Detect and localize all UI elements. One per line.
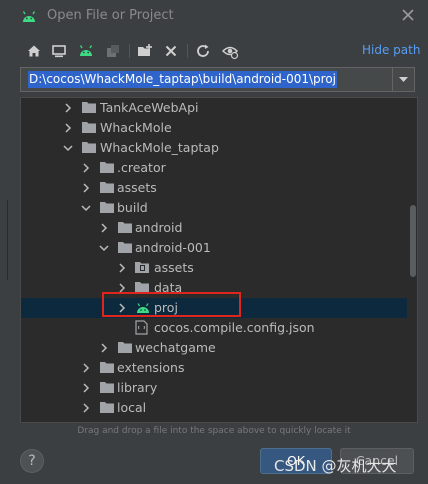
chevron-right-icon[interactable] [81,183,91,193]
folder-icon [100,362,114,373]
chevron-right-icon[interactable] [81,383,91,393]
path-dropdown-button[interactable] [392,68,414,91]
background-window-edge [0,200,8,280]
path-combobox[interactable]: D:\cocos\WhackMole_taptap\build\android-… [20,67,415,92]
tree-row-android[interactable]: android [21,218,407,238]
tree-row-extensions[interactable]: extensions [21,358,407,378]
help-button[interactable]: ? [20,449,44,473]
tree-row-label: local [117,400,147,415]
folder-icon [100,182,114,193]
delete-icon[interactable] [162,42,180,60]
tree-row-label: android [135,220,183,235]
android-project-icon[interactable] [77,42,95,60]
folder-icon [118,242,132,253]
title-bar: Open File or Project [0,0,428,32]
chevron-right-icon[interactable] [117,263,127,273]
folder-icon [100,202,114,213]
tree-row-cocos-compile-config[interactable]: cocos.compile.config.json [21,318,407,338]
chevron-down-icon [399,77,408,82]
tree-row-creator[interactable]: .creator [21,158,407,178]
chevron-down-icon[interactable] [81,203,91,213]
folder-icon [82,142,96,153]
toolbar-separator [187,44,188,58]
annotation-highlight-box [102,292,241,317]
chevron-right-icon[interactable] [99,343,109,353]
resource-folder-icon [135,262,149,273]
chevron-right-icon[interactable] [81,403,91,413]
path-input-value[interactable]: D:\cocos\WhackMole_taptap\build\android-… [28,71,338,88]
tree-row-label: android-001 [135,240,211,255]
tree-row-build[interactable]: build [21,198,407,218]
module-icon [107,45,119,57]
tree-row-assets[interactable]: assets [21,178,407,198]
folder-icon [82,122,96,133]
chevron-down-icon[interactable] [63,143,73,153]
tree-row-wechatgame[interactable]: wechatgame [21,338,407,358]
file-chooser-toolbar: Hide path [0,38,428,64]
file-tree[interactable]: TankAceWebApi WhackMole WhackMole_taptap… [20,97,418,423]
desktop-icon[interactable] [50,42,68,60]
tree-row-label: assets [154,260,194,275]
tree-row-label: .creator [117,160,166,175]
chevron-right-icon[interactable] [99,223,109,233]
tree-row-label: WhackMole [100,120,172,135]
close-icon[interactable] [399,6,417,24]
tree-row-label: assets [117,180,157,195]
tree-row-whackmole-taptap[interactable]: WhackMole_taptap [21,138,407,158]
tree-row-label: cocos.compile.config.json [154,320,315,335]
tree-row-tankacewebapi[interactable]: TankAceWebApi [21,98,407,118]
hide-path-link[interactable]: Hide path [362,43,420,57]
chevron-right-icon[interactable] [81,163,91,173]
folder-icon [82,102,96,113]
tree-scrollbar[interactable] [408,98,417,422]
tree-row-assets-sub[interactable]: assets [21,258,407,278]
tree-row-label: WhackMole_taptap [100,140,219,155]
chevron-right-icon[interactable] [63,123,73,133]
tree-row-local[interactable]: local [21,398,407,418]
csdn-watermark: CSDN @灰机大大 [274,457,397,475]
window-title: Open File or Project [47,8,174,23]
json-file-icon [135,320,148,335]
chevron-right-icon[interactable] [81,363,91,373]
android-studio-icon [22,11,36,22]
folder-icon [118,342,132,353]
folder-icon [118,222,132,233]
chevron-right-icon[interactable] [63,103,73,113]
home-icon[interactable] [25,42,43,60]
tree-row-label: library [117,380,158,395]
tree-row-label: build [117,200,148,215]
toolbar-separator [129,44,130,58]
drag-drop-hint: Drag and drop a file into the space abov… [77,426,351,436]
tree-row-library[interactable]: library [21,378,407,398]
folder-icon [100,162,114,173]
tree-row-whackmole[interactable]: WhackMole [21,118,407,138]
tree-row-android-001[interactable]: android-001 [21,238,407,258]
chevron-down-icon[interactable] [99,243,109,253]
tree-row-label: wechatgame [135,340,216,355]
show-hidden-icon[interactable] [221,42,239,60]
tree-row-label: TankAceWebApi [100,100,199,115]
refresh-icon[interactable] [194,42,212,60]
folder-icon [100,402,114,413]
folder-icon [100,382,114,393]
new-folder-icon[interactable] [136,42,154,60]
scrollbar-thumb[interactable] [410,205,416,277]
tree-row-label: extensions [117,360,185,375]
